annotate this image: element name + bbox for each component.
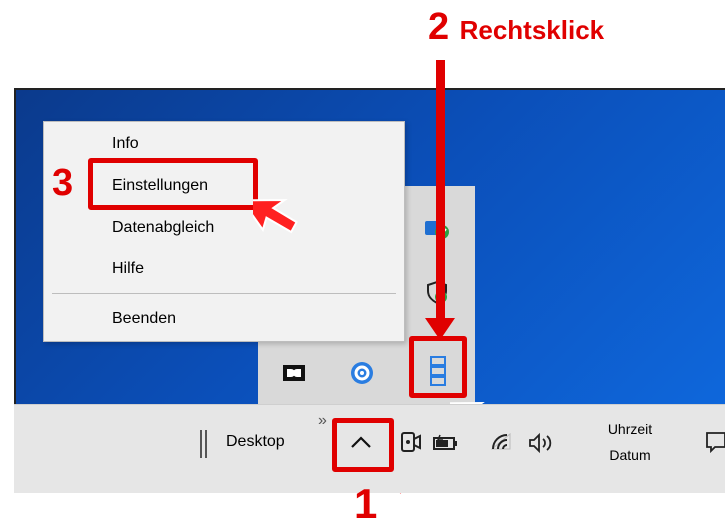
context-menu: Info Einstellungen Datenabgleich Hilfe B… <box>43 121 405 342</box>
volume-icon[interactable] <box>527 432 555 454</box>
dolby-icon[interactable] <box>281 362 307 384</box>
wifi-icon[interactable] <box>489 431 513 453</box>
step3-label: 3 <box>52 162 74 204</box>
clock[interactable]: Uhrzeit Datum <box>598 418 662 466</box>
step2-text: Rechtsklick <box>459 15 605 45</box>
menu-item-info[interactable]: Info <box>112 133 139 155</box>
battery-icon[interactable] <box>432 434 458 452</box>
desktop-separator <box>205 430 207 458</box>
desktop-separator <box>200 430 202 458</box>
cloud-swirl-icon[interactable] <box>349 360 375 386</box>
notification-icon[interactable] <box>705 430 725 454</box>
menu-item-beenden[interactable]: Beenden <box>112 308 176 330</box>
step2-label: 2 Rechtsklick <box>428 6 604 49</box>
step2-number: 2 <box>428 6 450 48</box>
highlight-chevron <box>332 418 394 472</box>
overflow-hint: » <box>318 412 327 429</box>
step1-label: 1 <box>354 480 378 527</box>
date-label: Datum <box>609 447 651 463</box>
meet-camera-icon[interactable] <box>400 430 422 454</box>
menu-item-hilfe[interactable]: Hilfe <box>112 258 144 280</box>
highlight-einstellungen <box>88 158 258 210</box>
step2-arrow-line <box>436 60 445 322</box>
desktop-button[interactable]: Desktop <box>226 433 285 451</box>
menu-item-datenabgleich[interactable]: Datenabgleich <box>112 217 214 239</box>
time-label: Uhrzeit <box>607 421 653 437</box>
cursor-arrow-icon <box>253 198 298 234</box>
menu-separator <box>52 293 396 294</box>
step2-arrow-head <box>425 318 455 340</box>
